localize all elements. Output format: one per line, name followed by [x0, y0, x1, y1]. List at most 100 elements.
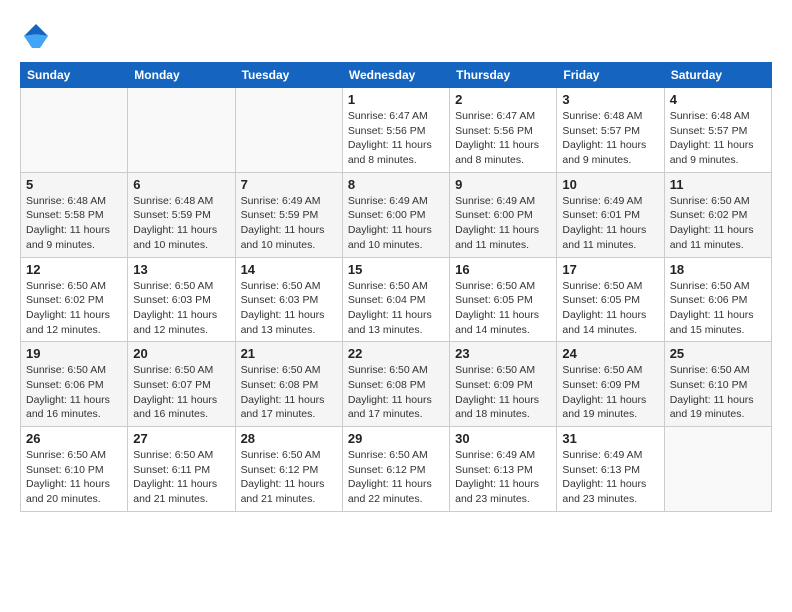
calendar-cell: 23 Sunrise: 6:50 AM Sunset: 6:09 PM Dayli… [450, 342, 557, 427]
calendar-cell: 20 Sunrise: 6:50 AM Sunset: 6:07 PM Dayli… [128, 342, 235, 427]
day-number: 5 [26, 177, 122, 192]
day-info: Sunrise: 6:50 AM Sunset: 6:12 PM Dayligh… [241, 448, 337, 507]
day-info: Sunrise: 6:48 AM Sunset: 5:59 PM Dayligh… [133, 194, 229, 253]
calendar-cell: 11Sunrise: 6:50 AM Sunset: 6:02 PM Dayli… [664, 172, 771, 257]
weekday-header-monday: Monday [128, 63, 235, 88]
calendar-cell: 21 Sunrise: 6:50 AM Sunset: 6:08 PM Dayli… [235, 342, 342, 427]
day-number: 4 [670, 92, 766, 107]
weekday-header-saturday: Saturday [664, 63, 771, 88]
day-number: 8 [348, 177, 444, 192]
logo [20, 20, 56, 52]
calendar-cell: 18 Sunrise: 6:50 AM Sunset: 6:06 PM Dayli… [664, 257, 771, 342]
day-number: 14 [241, 262, 337, 277]
day-info: Sunrise: 6:50 AM Sunset: 6:07 PM Dayligh… [133, 363, 229, 422]
calendar-cell: 27 Sunrise: 6:50 AM Sunset: 6:11 PM Dayli… [128, 427, 235, 512]
day-number: 22 [348, 346, 444, 361]
day-number: 17 [562, 262, 658, 277]
calendar-cell: 6 Sunrise: 6:48 AM Sunset: 5:59 PM Daylig… [128, 172, 235, 257]
calendar-cell [128, 88, 235, 173]
day-info: Sunrise: 6:50 AM Sunset: 6:12 PM Dayligh… [348, 448, 444, 507]
day-number: 6 [133, 177, 229, 192]
day-info: Sunrise: 6:50 AM Sunset: 6:06 PM Dayligh… [670, 279, 766, 338]
day-number: 29 [348, 431, 444, 446]
day-info: Sunrise: 6:49 AM Sunset: 6:00 PM Dayligh… [348, 194, 444, 253]
day-number: 25 [670, 346, 766, 361]
day-number: 26 [26, 431, 122, 446]
day-number: 21 [241, 346, 337, 361]
day-info: Sunrise: 6:50 AM Sunset: 6:04 PM Dayligh… [348, 279, 444, 338]
calendar-cell: 29 Sunrise: 6:50 AM Sunset: 6:12 PM Dayli… [342, 427, 449, 512]
day-number: 9 [455, 177, 551, 192]
calendar-cell: 8 Sunrise: 6:49 AM Sunset: 6:00 PM Daylig… [342, 172, 449, 257]
day-info: Sunrise: 6:50 AM Sunset: 6:05 PM Dayligh… [562, 279, 658, 338]
calendar-cell: 3 Sunrise: 6:48 AM Sunset: 5:57 PM Daylig… [557, 88, 664, 173]
day-info: Sunrise: 6:50 AM Sunset: 6:11 PM Dayligh… [133, 448, 229, 507]
day-number: 30 [455, 431, 551, 446]
calendar-cell: 15 Sunrise: 6:50 AM Sunset: 6:04 PM Dayli… [342, 257, 449, 342]
weekday-header-friday: Friday [557, 63, 664, 88]
calendar-cell: 31Sunrise: 6:49 AM Sunset: 6:13 PM Dayli… [557, 427, 664, 512]
calendar-cell: 10 Sunrise: 6:49 AM Sunset: 6:01 PM Dayli… [557, 172, 664, 257]
day-number: 1 [348, 92, 444, 107]
day-number: 27 [133, 431, 229, 446]
day-info: Sunrise: 6:50 AM Sunset: 6:02 PM Dayligh… [670, 194, 766, 253]
calendar-cell: 4 Sunrise: 6:48 AM Sunset: 5:57 PM Daylig… [664, 88, 771, 173]
calendar-cell: 25 Sunrise: 6:50 AM Sunset: 6:10 PM Dayli… [664, 342, 771, 427]
calendar-cell: 1 Sunrise: 6:47 AM Sunset: 5:56 PM Daylig… [342, 88, 449, 173]
day-info: Sunrise: 6:47 AM Sunset: 5:56 PM Dayligh… [455, 109, 551, 168]
day-info: Sunrise: 6:50 AM Sunset: 6:10 PM Dayligh… [26, 448, 122, 507]
weekday-header-sunday: Sunday [21, 63, 128, 88]
calendar-cell [235, 88, 342, 173]
calendar-cell: 24 Sunrise: 6:50 AM Sunset: 6:09 PM Dayli… [557, 342, 664, 427]
weekday-header-tuesday: Tuesday [235, 63, 342, 88]
calendar-cell: 28 Sunrise: 6:50 AM Sunset: 6:12 PM Dayli… [235, 427, 342, 512]
day-number: 16 [455, 262, 551, 277]
day-number: 2 [455, 92, 551, 107]
day-number: 18 [670, 262, 766, 277]
day-info: Sunrise: 6:50 AM Sunset: 6:09 PM Dayligh… [455, 363, 551, 422]
calendar-cell [664, 427, 771, 512]
day-number: 23 [455, 346, 551, 361]
day-info: Sunrise: 6:50 AM Sunset: 6:03 PM Dayligh… [133, 279, 229, 338]
day-info: Sunrise: 6:48 AM Sunset: 5:58 PM Dayligh… [26, 194, 122, 253]
day-info: Sunrise: 6:49 AM Sunset: 6:01 PM Dayligh… [562, 194, 658, 253]
day-info: Sunrise: 6:49 AM Sunset: 6:13 PM Dayligh… [455, 448, 551, 507]
calendar-cell: 17 Sunrise: 6:50 AM Sunset: 6:05 PM Dayli… [557, 257, 664, 342]
logo-icon [20, 20, 52, 52]
calendar-cell: 14 Sunrise: 6:50 AM Sunset: 6:03 PM Dayli… [235, 257, 342, 342]
day-number: 28 [241, 431, 337, 446]
day-number: 24 [562, 346, 658, 361]
day-info: Sunrise: 6:48 AM Sunset: 5:57 PM Dayligh… [562, 109, 658, 168]
day-info: Sunrise: 6:49 AM Sunset: 6:00 PM Dayligh… [455, 194, 551, 253]
calendar-cell: 9 Sunrise: 6:49 AM Sunset: 6:00 PM Daylig… [450, 172, 557, 257]
weekday-header-wednesday: Wednesday [342, 63, 449, 88]
calendar-cell: 7 Sunrise: 6:49 AM Sunset: 5:59 PM Daylig… [235, 172, 342, 257]
day-info: Sunrise: 6:50 AM Sunset: 6:08 PM Dayligh… [241, 363, 337, 422]
day-info: Sunrise: 6:49 AM Sunset: 5:59 PM Dayligh… [241, 194, 337, 253]
calendar-cell: 12 Sunrise: 6:50 AM Sunset: 6:02 PM Dayli… [21, 257, 128, 342]
calendar-cell: 22 Sunrise: 6:50 AM Sunset: 6:08 PM Dayli… [342, 342, 449, 427]
day-number: 12 [26, 262, 122, 277]
calendar-cell: 16 Sunrise: 6:50 AM Sunset: 6:05 PM Dayli… [450, 257, 557, 342]
day-info: Sunrise: 6:47 AM Sunset: 5:56 PM Dayligh… [348, 109, 444, 168]
day-number: 15 [348, 262, 444, 277]
weekday-header-thursday: Thursday [450, 63, 557, 88]
day-info: Sunrise: 6:50 AM Sunset: 6:05 PM Dayligh… [455, 279, 551, 338]
calendar: SundayMondayTuesdayWednesdayThursdayFrid… [20, 62, 772, 512]
day-info: Sunrise: 6:48 AM Sunset: 5:57 PM Dayligh… [670, 109, 766, 168]
day-number: 20 [133, 346, 229, 361]
day-info: Sunrise: 6:50 AM Sunset: 6:08 PM Dayligh… [348, 363, 444, 422]
day-info: Sunrise: 6:50 AM Sunset: 6:03 PM Dayligh… [241, 279, 337, 338]
day-number: 19 [26, 346, 122, 361]
day-info: Sunrise: 6:50 AM Sunset: 6:02 PM Dayligh… [26, 279, 122, 338]
day-number: 7 [241, 177, 337, 192]
day-number: 31 [562, 431, 658, 446]
day-info: Sunrise: 6:50 AM Sunset: 6:09 PM Dayligh… [562, 363, 658, 422]
page-header [20, 20, 772, 52]
day-number: 3 [562, 92, 658, 107]
day-info: Sunrise: 6:50 AM Sunset: 6:10 PM Dayligh… [670, 363, 766, 422]
day-number: 10 [562, 177, 658, 192]
calendar-cell: 26 Sunrise: 6:50 AM Sunset: 6:10 PM Dayli… [21, 427, 128, 512]
calendar-cell: 2 Sunrise: 6:47 AM Sunset: 5:56 PM Daylig… [450, 88, 557, 173]
calendar-cell: 13Sunrise: 6:50 AM Sunset: 6:03 PM Dayli… [128, 257, 235, 342]
